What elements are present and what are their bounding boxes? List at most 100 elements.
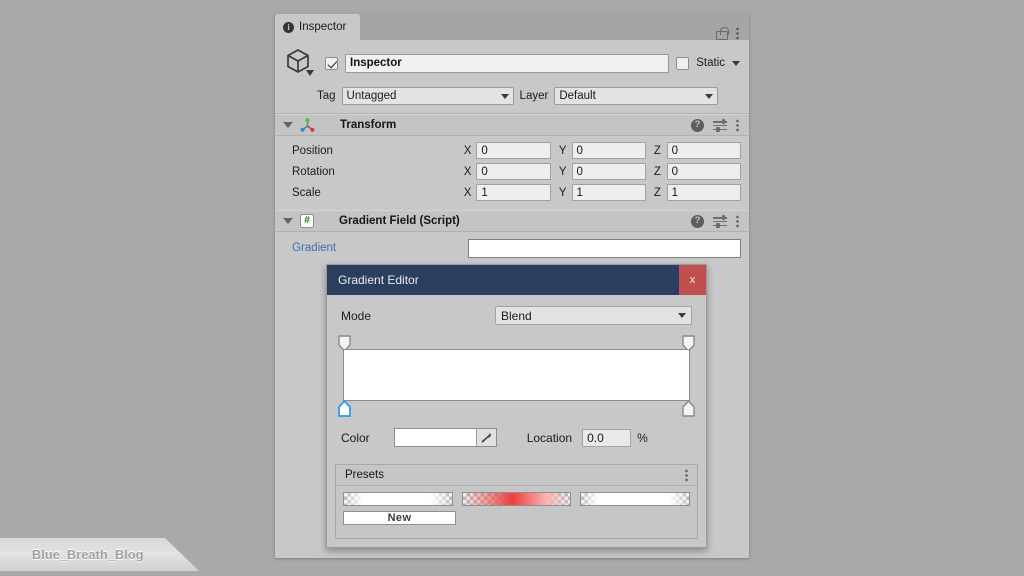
axis-y-label: Y xyxy=(558,186,567,199)
scale-x-value: 1 xyxy=(481,186,488,199)
object-name-field[interactable]: Inspector xyxy=(345,53,670,73)
kebab-menu-icon[interactable] xyxy=(736,27,739,40)
scale-z-value: 1 xyxy=(671,186,679,199)
object-enabled-checkbox[interactable] xyxy=(325,56,338,70)
static-chevron-down-icon[interactable] xyxy=(732,60,740,66)
close-icon[interactable]: x xyxy=(679,265,706,295)
gradient-strip-area xyxy=(338,335,695,417)
color-label: Color xyxy=(341,430,370,445)
tag-value: Untagged xyxy=(346,90,397,102)
inspector-tab-actions xyxy=(716,27,749,40)
info-icon: i xyxy=(283,21,294,33)
static-checkbox[interactable] xyxy=(676,56,690,70)
mode-value: Blend xyxy=(501,308,532,323)
rotation-y-value: 0 xyxy=(576,165,583,178)
help-icon[interactable]: ? xyxy=(691,214,704,228)
transform-component-header[interactable]: Transform ? xyxy=(275,114,749,136)
preset-settings-icon[interactable] xyxy=(713,119,727,132)
preset-swatch-3[interactable] xyxy=(580,492,691,506)
axis-y-label: Y xyxy=(558,165,567,178)
position-x-field[interactable]: 0 xyxy=(476,142,551,159)
rotation-z-field[interactable]: 0 xyxy=(666,163,742,180)
location-field[interactable]: 0.0 xyxy=(582,428,632,447)
scale-z-field[interactable]: 1 xyxy=(666,184,742,201)
tag-layer-row: Tag Untagged Layer Default xyxy=(284,87,740,105)
csharp-script-icon: # xyxy=(300,214,314,228)
rotation-x-value: 0 xyxy=(481,165,488,178)
presets-list xyxy=(343,492,691,506)
presets-panel: Presets New xyxy=(335,464,698,539)
kebab-menu-icon[interactable] xyxy=(736,118,739,132)
preset-settings-icon[interactable] xyxy=(713,215,727,228)
object-name-row: Inspector Static xyxy=(284,46,740,80)
scale-y-value: 1 xyxy=(576,186,583,199)
script-component-body: Gradient xyxy=(275,232,749,268)
transform-row-position: Position X 0 Y 0 Z 0 xyxy=(283,140,742,161)
watermark-banner: Blue_Breath_Blog xyxy=(0,538,199,571)
watermark-text: Blue_Breath_Blog xyxy=(32,548,144,562)
position-y-value: 0 xyxy=(576,144,583,157)
axis-x-label: X xyxy=(463,186,472,199)
static-label: Static xyxy=(696,57,725,69)
gradient-property-label: Gradient xyxy=(292,242,337,254)
preset-gradient-overlay xyxy=(581,493,690,505)
layer-chevron-down-icon xyxy=(705,93,714,99)
collapse-triangle-icon[interactable] xyxy=(283,122,293,128)
transform-body: Position X 0 Y 0 Z 0 Rotation X 0 Y 0 Z … xyxy=(275,136,749,210)
tab-inspector[interactable]: i Inspector xyxy=(275,14,361,40)
preset-swatch-2[interactable] xyxy=(461,492,572,506)
gradient-preview-strip[interactable] xyxy=(343,349,690,401)
chevron-down-icon xyxy=(678,313,686,318)
script-component-header[interactable]: # Gradient Field (Script) ? xyxy=(275,210,749,232)
color-marker-right[interactable] xyxy=(682,400,695,417)
location-unit: % xyxy=(637,430,648,445)
mode-dropdown[interactable]: Blend xyxy=(495,306,692,325)
rotation-x-field[interactable]: 0 xyxy=(476,163,551,180)
axis-z-label: Z xyxy=(653,186,661,199)
mode-row: Mode Blend xyxy=(327,295,706,325)
color-location-row: Color Location 0.0 % xyxy=(327,419,706,447)
axis-y-label: Y xyxy=(558,144,567,157)
tag-dropdown[interactable]: Untagged xyxy=(341,87,514,105)
transform-title: Transform xyxy=(340,119,397,131)
kebab-menu-icon[interactable] xyxy=(736,214,739,228)
position-x-value: 0 xyxy=(481,144,488,157)
scale-x-field[interactable]: 1 xyxy=(476,184,551,201)
tab-inspector-label: Inspector xyxy=(299,21,347,33)
position-y-field[interactable]: 0 xyxy=(571,142,646,159)
layer-dropdown[interactable]: Default xyxy=(554,87,719,105)
color-swatch[interactable] xyxy=(393,428,497,447)
rotation-y-field[interactable]: 0 xyxy=(571,163,646,180)
scale-y-field[interactable]: 1 xyxy=(571,184,646,201)
transform-scale-label: Scale xyxy=(292,186,321,199)
transform-header-actions: ? xyxy=(691,118,739,132)
axis-x-label: X xyxy=(463,144,472,157)
axis-z-label: Z xyxy=(653,165,661,178)
preset-swatch-1[interactable] xyxy=(343,492,453,506)
position-z-field[interactable]: 0 xyxy=(666,142,742,159)
gradient-property-row: Gradient xyxy=(283,237,741,259)
axis-x-label: X xyxy=(463,165,472,178)
object-header: Inspector Static Tag Untagged Layer Defa… xyxy=(275,40,749,114)
lock-open-icon[interactable] xyxy=(716,27,729,40)
color-marker-left[interactable] xyxy=(338,400,351,417)
transform-gizmo-icon xyxy=(300,117,315,133)
kebab-menu-icon[interactable] xyxy=(685,468,688,482)
script-header-actions: ? xyxy=(691,214,739,228)
rotation-z-value: 0 xyxy=(671,165,679,178)
object-name-value: Inspector xyxy=(350,57,402,69)
new-preset-label: New xyxy=(387,512,412,524)
gradient-editor-body: Mode Blend Color Location 0.0 % Presets … xyxy=(327,295,706,547)
tag-label: Tag xyxy=(317,90,336,102)
gradient-property-field[interactable] xyxy=(468,238,741,258)
eyedropper-icon[interactable] xyxy=(475,429,496,446)
position-z-value: 0 xyxy=(671,144,679,157)
collapse-triangle-icon[interactable] xyxy=(283,218,293,224)
script-component-title: Gradient Field (Script) xyxy=(339,215,460,227)
inspector-tabstrip: i Inspector xyxy=(275,14,749,40)
help-icon[interactable]: ? xyxy=(691,118,704,132)
transform-rotation-label: Rotation xyxy=(292,165,335,178)
transform-position-label: Position xyxy=(292,144,333,157)
new-preset-button[interactable]: New xyxy=(343,511,456,525)
gradient-editor-titlebar[interactable]: Gradient Editor x xyxy=(327,265,706,295)
